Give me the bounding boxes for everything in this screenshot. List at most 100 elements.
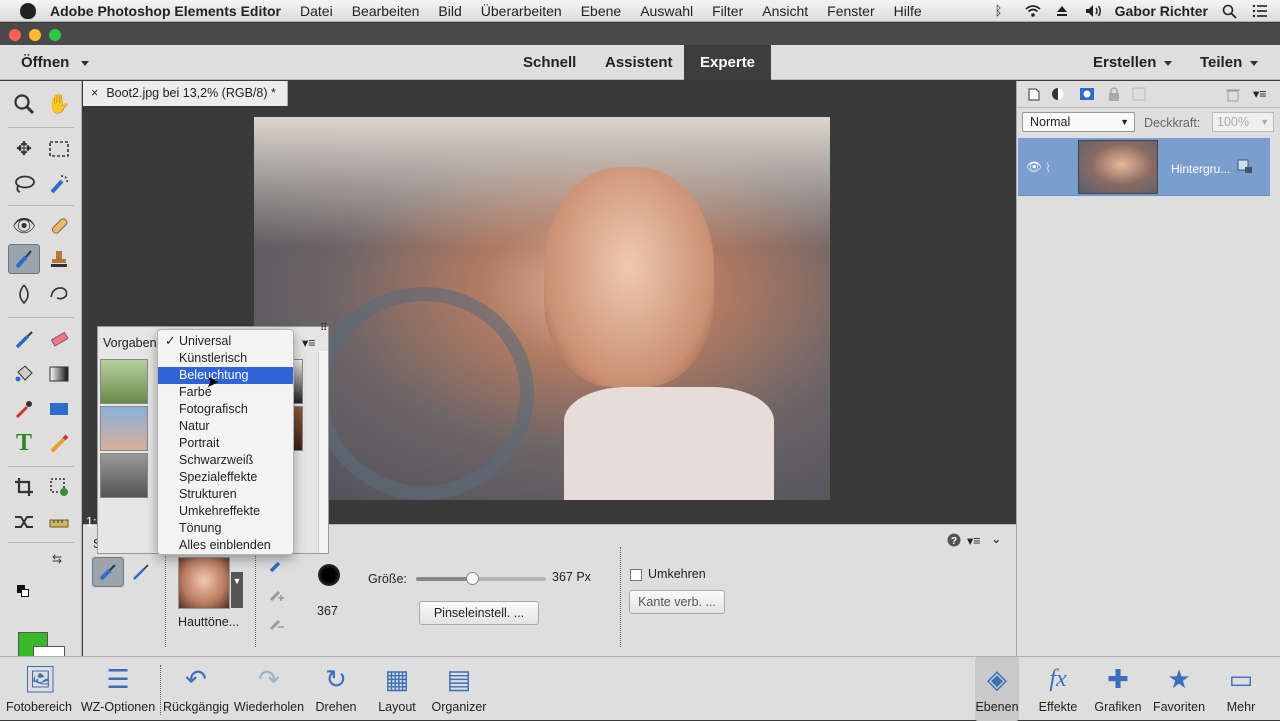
- menu-ebene[interactable]: Ebene: [581, 3, 621, 19]
- default-colors-icon[interactable]: [17, 585, 29, 597]
- dropdown-item-kuenstlerisch[interactable]: Künstlerisch: [158, 350, 293, 367]
- dropdown-item-portrait[interactable]: Portrait: [158, 435, 293, 452]
- dropdown-item-umkehreffekte[interactable]: Umkehreffekte: [158, 503, 293, 520]
- dropdown-item-toenung[interactable]: Tönung: [158, 520, 293, 537]
- mode-tab-assistent[interactable]: Assistent: [605, 45, 673, 80]
- menu-hilfe[interactable]: Hilfe: [894, 3, 922, 19]
- zoom-tool-icon[interactable]: [8, 89, 40, 119]
- menu-filter[interactable]: Filter: [712, 3, 743, 19]
- invert-label[interactable]: Umkehren: [648, 567, 706, 581]
- close-window-button[interactable]: [9, 29, 21, 41]
- menu-ueberarbeiten[interactable]: Überarbeiten: [481, 3, 562, 19]
- eye-icon[interactable]: 👁: [1026, 160, 1042, 175]
- graphics-button[interactable]: ✚ Grafiken: [1092, 657, 1144, 721]
- smart-brush-tool-icon[interactable]: [8, 244, 40, 274]
- dropdown-item-fotografisch[interactable]: Fotografisch: [158, 401, 293, 418]
- red-eye-tool-icon[interactable]: 👁: [8, 211, 40, 241]
- lasso-tool-icon[interactable]: [8, 169, 40, 199]
- content-aware-move-icon[interactable]: [8, 507, 40, 537]
- detail-brush-mode-icon[interactable]: [125, 557, 157, 587]
- swap-colors-icon[interactable]: ⇆: [52, 552, 62, 566]
- size-slider[interactable]: [416, 572, 546, 585]
- mode-tab-schnell[interactable]: Schnell: [523, 45, 576, 80]
- layer-row[interactable]: 👁 ⌇ Hintergru...: [1018, 138, 1270, 196]
- help-icon[interactable]: ?: [947, 533, 961, 550]
- blend-mode-select[interactable]: Normal ▼: [1022, 112, 1135, 132]
- menu-auswahl[interactable]: Auswahl: [640, 3, 693, 19]
- favorites-button[interactable]: ★ Favoriten: [1150, 657, 1208, 721]
- eject-icon[interactable]: [1055, 4, 1071, 18]
- blur-tool-icon[interactable]: [8, 279, 40, 309]
- layer-mask-icon[interactable]: [1079, 86, 1095, 105]
- eraser-tool-icon[interactable]: [43, 324, 75, 354]
- dropdown-item-beleuchtung[interactable]: Beleuchtung: [158, 367, 293, 384]
- more-button[interactable]: ▭ Mehr: [1216, 657, 1266, 721]
- menu-app-name[interactable]: Adobe Photoshop Elements Editor: [50, 3, 281, 19]
- preset-picker-arrow-icon[interactable]: ▼: [231, 572, 243, 608]
- add-to-selection-icon[interactable]: [263, 582, 291, 606]
- opacity-input[interactable]: 100% ▼: [1212, 112, 1274, 132]
- recompose-tool-icon[interactable]: [43, 472, 75, 502]
- menu-datei[interactable]: Datei: [300, 3, 333, 19]
- brush-settings-button[interactable]: Pinseleinstell. ...: [419, 601, 539, 625]
- menu-fenster[interactable]: Fenster: [827, 3, 874, 19]
- menu-bearbeiten[interactable]: Bearbeiten: [352, 3, 420, 19]
- layer-name[interactable]: Hintergru...: [1171, 162, 1230, 176]
- dropdown-item-spezialeffekte[interactable]: Spezialeffekte: [158, 469, 293, 486]
- adjustment-layer-icon[interactable]: [1050, 86, 1068, 105]
- dropdown-item-universal[interactable]: ✓ Universal: [158, 333, 293, 350]
- presets-scrollbar[interactable]: [318, 351, 328, 553]
- subtract-from-selection-icon[interactable]: [263, 611, 291, 635]
- refine-edge-button[interactable]: Kante verb. ...: [629, 590, 725, 614]
- sponge-tool-icon[interactable]: [43, 279, 75, 309]
- dropdown-item-farbe[interactable]: Farbe: [158, 384, 293, 401]
- crop-tool-icon[interactable]: [8, 472, 40, 502]
- paint-bucket-icon[interactable]: [8, 359, 40, 389]
- straighten-tool-icon[interactable]: [43, 507, 75, 537]
- resize-grip-icon[interactable]: ⠿: [320, 323, 327, 334]
- size-slider-handle[interactable]: [465, 572, 479, 585]
- photo-bin-button[interactable]: 🖼 Fotobereich: [4, 657, 74, 721]
- quick-selection-icon[interactable]: [43, 169, 75, 199]
- mode-tab-experte[interactable]: Experte: [684, 45, 772, 80]
- create-button[interactable]: Erstellen: [1093, 45, 1173, 80]
- user-name[interactable]: Gabor Richter: [1115, 3, 1208, 19]
- preset-thumbnail[interactable]: [100, 406, 148, 451]
- dropdown-item-schwarzweiss[interactable]: Schwarzweiß: [158, 452, 293, 469]
- apple-icon[interactable]: [20, 2, 36, 19]
- lock-all-icon[interactable]: [1131, 86, 1147, 105]
- effects-button[interactable]: fx Effekte: [1035, 657, 1081, 721]
- wifi-icon[interactable]: [1025, 4, 1041, 18]
- menu-bild[interactable]: Bild: [438, 3, 461, 19]
- layers-button[interactable]: ◈ Ebenen: [975, 657, 1019, 721]
- layout-button[interactable]: ▦ Layout: [368, 657, 426, 721]
- dropdown-item-natur[interactable]: Natur: [158, 418, 293, 435]
- link-icon[interactable]: ⌇: [1045, 160, 1051, 175]
- dropdown-item-strukturen[interactable]: Strukturen: [158, 486, 293, 503]
- preset-thumbnail[interactable]: [178, 557, 230, 609]
- move-tool-icon[interactable]: ✥: [8, 134, 40, 164]
- dropdown-item-alles-einblenden[interactable]: Alles einblenden: [158, 537, 293, 554]
- lock-layer-icon[interactable]: [1107, 86, 1121, 105]
- eyedropper-tool-icon[interactable]: [8, 394, 40, 424]
- new-layer-icon[interactable]: [1026, 86, 1042, 105]
- text-tool-icon[interactable]: T: [8, 428, 40, 458]
- delete-layer-icon[interactable]: [1225, 86, 1241, 105]
- shape-tool-icon[interactable]: [43, 394, 75, 424]
- rotate-button[interactable]: ↻ Drehen: [309, 657, 363, 721]
- gradient-tool-icon[interactable]: [43, 359, 75, 389]
- preset-category-dropdown[interactable]: ✓ Universal Künstlerisch Beleuchtung Farb…: [157, 329, 294, 555]
- hand-tool-icon[interactable]: ✋: [43, 89, 75, 119]
- notification-center-icon[interactable]: [1252, 4, 1268, 18]
- minimize-window-button[interactable]: [29, 29, 41, 41]
- preset-thumbnail[interactable]: [100, 453, 148, 498]
- healing-brush-icon[interactable]: [43, 211, 75, 241]
- preset-thumbnail[interactable]: [100, 359, 148, 404]
- brush-tool-icon[interactable]: [8, 324, 40, 354]
- zoom-window-button[interactable]: [49, 29, 61, 41]
- smart-brush-mode-icon[interactable]: [92, 557, 124, 587]
- options-menu-icon[interactable]: ▾≡: [967, 533, 981, 548]
- document-tab[interactable]: × Boot2.jpg bei 13,2% (RGB/8) *: [83, 81, 288, 106]
- clone-stamp-icon[interactable]: [43, 244, 75, 274]
- tool-options-button[interactable]: ☰ WZ-Optionen: [77, 657, 159, 721]
